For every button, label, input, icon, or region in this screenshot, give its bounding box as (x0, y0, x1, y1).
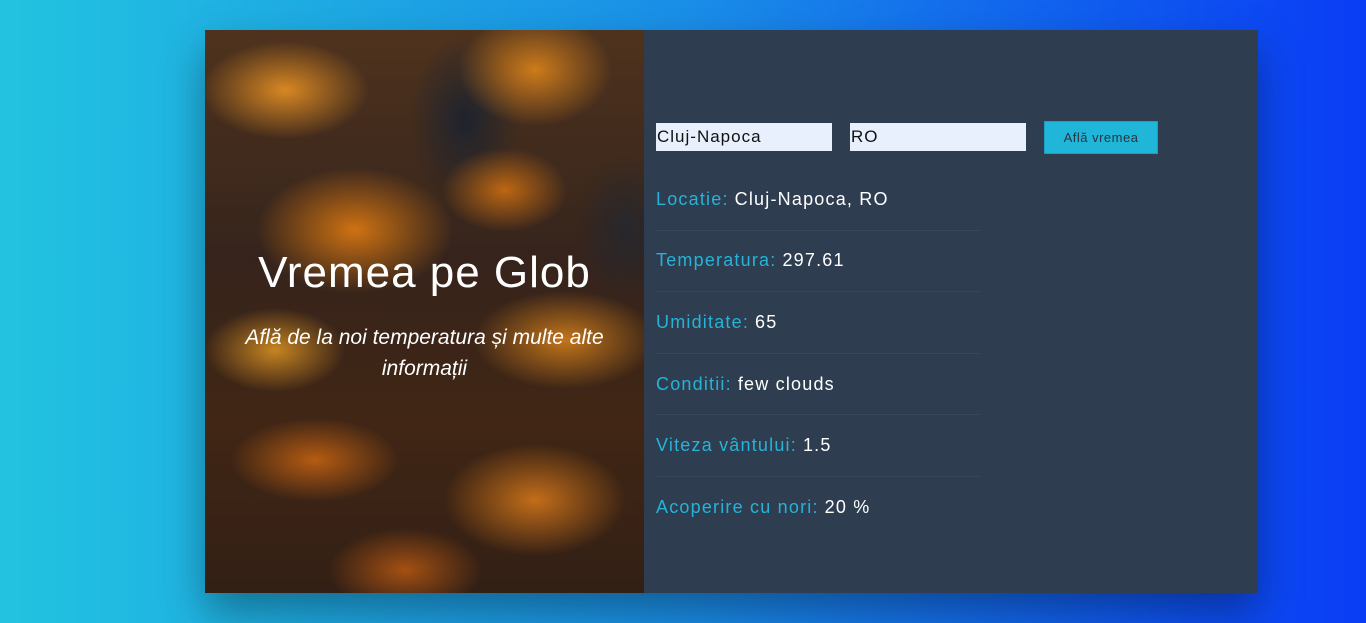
temperature-value: 297.61 (782, 250, 845, 271)
location-value: Cluj-Napoca, RO (734, 188, 889, 209)
conditions-value: few clouds (737, 373, 835, 394)
info-row-temperature: Temperatura: 297.61 (656, 231, 980, 293)
humidity-label: Umiditate: (656, 311, 750, 332)
location-label: Locatie: (656, 188, 729, 209)
info-row-conditions: Conditii: few clouds (656, 354, 980, 416)
info-row-location: Locatie: Cluj-Napoca, RO (656, 169, 980, 231)
temperature-label: Temperatura: (656, 250, 777, 271)
weather-card: Vremea pe Glob Află de la noi temperatur… (205, 30, 1258, 593)
weather-info-list: Locatie: Cluj-Napoca, RO Temperatura: 29… (656, 169, 980, 539)
hero-image-section: Vremea pe Glob Află de la noi temperatur… (205, 30, 644, 593)
info-row-wind-speed: Viteza vântului: 1.5 (656, 415, 980, 477)
hero-title: Vremea pe Glob (258, 248, 591, 297)
wind-speed-label: Viteza vântului: (656, 435, 797, 456)
info-row-humidity: Umiditate: 65 (656, 292, 980, 354)
get-weather-button[interactable]: Află vremea (1044, 120, 1158, 154)
conditions-label: Conditii: (656, 373, 732, 394)
wind-speed-value: 1.5 (802, 435, 832, 456)
weather-form: Află vremea (656, 120, 1158, 154)
sunset-clouds-background (205, 30, 644, 593)
info-row-cloud-cover: Acoperire cu nori: 20 % (656, 477, 980, 539)
weather-panel: Află vremea Locatie: Cluj-Napoca, RO Tem… (644, 30, 1258, 593)
cloud-cover-value: 20 % (824, 497, 871, 518)
country-input[interactable] (850, 123, 1026, 151)
humidity-value: 65 (755, 311, 778, 332)
city-input[interactable] (656, 123, 832, 151)
hero-subtitle: Află de la noi temperatura și multe alte… (245, 326, 604, 380)
cloud-cover-label: Acoperire cu nori: (656, 497, 819, 518)
